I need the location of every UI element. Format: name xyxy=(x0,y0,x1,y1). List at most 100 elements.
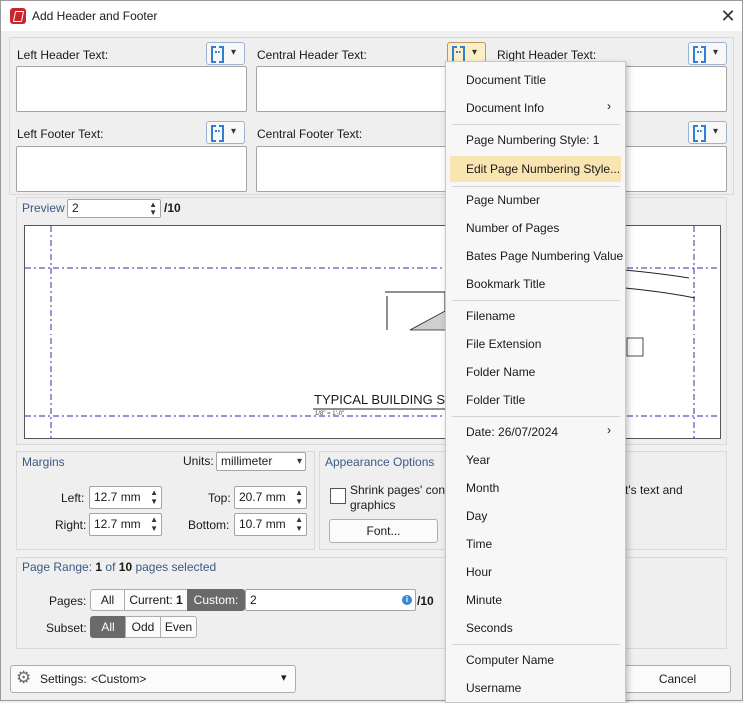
font-button[interactable]: Font... xyxy=(329,519,438,543)
left-header-input[interactable] xyxy=(16,66,247,112)
title-bar: Add Header and Footer ✕ xyxy=(1,1,742,31)
menu-item-label: Username xyxy=(466,681,522,695)
menu-item-page-number[interactable]: Page Number xyxy=(446,188,625,212)
drawing-title: TYPICAL BUILDING SE xyxy=(314,392,454,407)
custom-pages-input[interactable]: 2 i xyxy=(245,589,416,611)
preview-page-spinner[interactable]: 2 ▲ ▼ xyxy=(67,199,161,218)
spin-down-icon[interactable]: ▼ xyxy=(150,497,158,506)
menu-item-hour[interactable]: Hour xyxy=(446,560,625,584)
close-icon[interactable]: ✕ xyxy=(717,5,739,27)
dialog-window: Add Header and Footer ✕ Left Header Text… xyxy=(0,0,743,701)
margins-section-title: Margins xyxy=(22,455,65,469)
menu-separator xyxy=(452,416,620,417)
menu-item-edit-page-numbering-style[interactable]: Edit Page Numbering Style... xyxy=(450,156,621,182)
shrink-pages-checkbox[interactable] xyxy=(330,488,346,504)
left-footer-macro-button[interactable]: ▾ xyxy=(206,121,245,144)
chevron-down-icon: ▾ xyxy=(296,456,302,467)
menu-item-document-info[interactable]: Document Info › xyxy=(446,96,625,120)
left-footer-label: Left Footer Text: xyxy=(17,127,104,141)
pages-current-button[interactable]: Current: 1 xyxy=(124,589,188,611)
menu-item-label: Year xyxy=(466,453,491,467)
custom-pages-value: 2 xyxy=(250,593,257,607)
right-margin-value: 12.7 mm xyxy=(94,517,141,531)
spin-down-icon[interactable]: ▼ xyxy=(150,524,158,533)
chevron-right-icon: › xyxy=(607,99,611,113)
menu-item-label: Minute xyxy=(466,593,503,607)
menu-item-filename[interactable]: Filename xyxy=(446,304,625,328)
menu-item-document-title[interactable]: Document Title xyxy=(446,68,625,92)
menu-item-label: Day xyxy=(466,509,488,523)
menu-item-label: Document Title xyxy=(466,73,547,87)
menu-item-label: Hour xyxy=(466,565,493,579)
top-margin-spinner[interactable]: 20.7 mm ▲ ▼ xyxy=(234,486,307,509)
spin-up-icon[interactable]: ▲ xyxy=(295,515,303,524)
cancel-button[interactable]: Cancel xyxy=(625,665,731,693)
preview-page-value: 2 xyxy=(72,201,79,215)
subset-all-button[interactable]: All xyxy=(90,616,126,638)
pages-all-button[interactable]: All xyxy=(90,589,125,611)
menu-item-label: File Extension xyxy=(466,337,542,351)
menu-item-bookmark-title[interactable]: Bookmark Title xyxy=(446,272,625,296)
menu-item-folder-title[interactable]: Folder Title xyxy=(446,388,625,412)
menu-item-seconds[interactable]: Seconds xyxy=(446,616,625,640)
window-title: Add Header and Footer xyxy=(32,9,158,23)
menu-item-bates-numbering[interactable]: Bates Page Numbering Value xyxy=(446,244,625,268)
menu-item-label: Computer Name xyxy=(466,653,555,667)
spin-up-icon[interactable]: ▲ xyxy=(150,488,158,497)
menu-item-label: Time xyxy=(466,537,493,551)
left-header-macro-button[interactable]: ▾ xyxy=(206,42,245,65)
units-select[interactable]: millimeter ▾ xyxy=(216,452,306,471)
page-range-prefix: Page Range: xyxy=(22,560,96,574)
settings-value: <Custom> xyxy=(91,672,147,686)
menu-item-page-numbering-style[interactable]: Page Numbering Style: 1 xyxy=(446,128,625,152)
subset-odd-button[interactable]: Odd xyxy=(125,616,161,638)
menu-item-computer-name[interactable]: Computer Name xyxy=(446,648,625,672)
menu-item-label: Number of Pages xyxy=(466,221,560,235)
menu-item-number-of-pages[interactable]: Number of Pages xyxy=(446,216,625,240)
insert-macro-icon xyxy=(452,46,465,63)
right-margin-spinner[interactable]: 12.7 mm ▲ ▼ xyxy=(89,513,162,536)
menu-item-date[interactable]: Date: 26/07/2024 › xyxy=(446,420,625,444)
spin-up-icon[interactable]: ▲ xyxy=(150,515,158,524)
menu-item-label: Filename xyxy=(466,309,516,323)
menu-item-label: Folder Name xyxy=(466,365,536,379)
bottom-margin-spinner[interactable]: 10.7 mm ▲ ▼ xyxy=(234,513,307,536)
menu-item-folder-name[interactable]: Folder Name xyxy=(446,360,625,384)
menu-item-year[interactable]: Year xyxy=(446,448,625,472)
menu-item-username[interactable]: Username xyxy=(446,676,625,700)
page-total-count: 10 xyxy=(118,560,133,574)
insert-macro-icon xyxy=(211,46,224,63)
menu-item-label: Edit Page Numbering Style... xyxy=(466,162,621,176)
menu-item-file-extension[interactable]: File Extension xyxy=(446,332,625,356)
chevron-down-icon: ▾ xyxy=(231,47,237,58)
insert-macro-icon xyxy=(211,125,224,142)
menu-item-month[interactable]: Month xyxy=(446,476,625,500)
appearance-option-text: t's text and xyxy=(625,483,683,497)
settings-select[interactable]: ⚙ Settings: <Custom> ▾ xyxy=(10,665,296,693)
menu-item-minute[interactable]: Minute xyxy=(446,588,625,612)
pdf-editor-icon xyxy=(10,8,26,24)
menu-separator xyxy=(452,124,620,125)
spin-down-icon[interactable]: ▼ xyxy=(295,524,303,533)
menu-item-day[interactable]: Day xyxy=(446,504,625,528)
subset-even-button[interactable]: Even xyxy=(160,616,197,638)
settings-label: Settings: xyxy=(40,672,87,686)
spin-down-icon[interactable]: ▼ xyxy=(149,208,157,217)
custom-pages-total: /10 xyxy=(417,594,434,608)
units-label: Units: xyxy=(183,454,214,468)
pages-custom-button[interactable]: Custom: xyxy=(187,589,245,611)
right-header-macro-button[interactable]: ▾ xyxy=(688,42,727,65)
menu-separator xyxy=(452,186,620,187)
menu-separator xyxy=(452,644,620,645)
left-footer-input[interactable] xyxy=(16,146,247,192)
menu-item-time[interactable]: Time xyxy=(446,532,625,556)
left-margin-value: 12.7 mm xyxy=(94,490,141,504)
left-margin-spinner[interactable]: 12.7 mm ▲ ▼ xyxy=(89,486,162,509)
current-prefix: Current: xyxy=(129,593,176,607)
right-footer-macro-button[interactable]: ▾ xyxy=(688,121,727,144)
spin-up-icon[interactable]: ▲ xyxy=(295,488,303,497)
drawing-scale: 1/8" = 1'-0" xyxy=(315,411,345,417)
spin-down-icon[interactable]: ▼ xyxy=(295,497,303,506)
menu-item-label: Folder Title xyxy=(466,393,526,407)
menu-item-label: Bates Page Numbering Value xyxy=(466,249,624,263)
